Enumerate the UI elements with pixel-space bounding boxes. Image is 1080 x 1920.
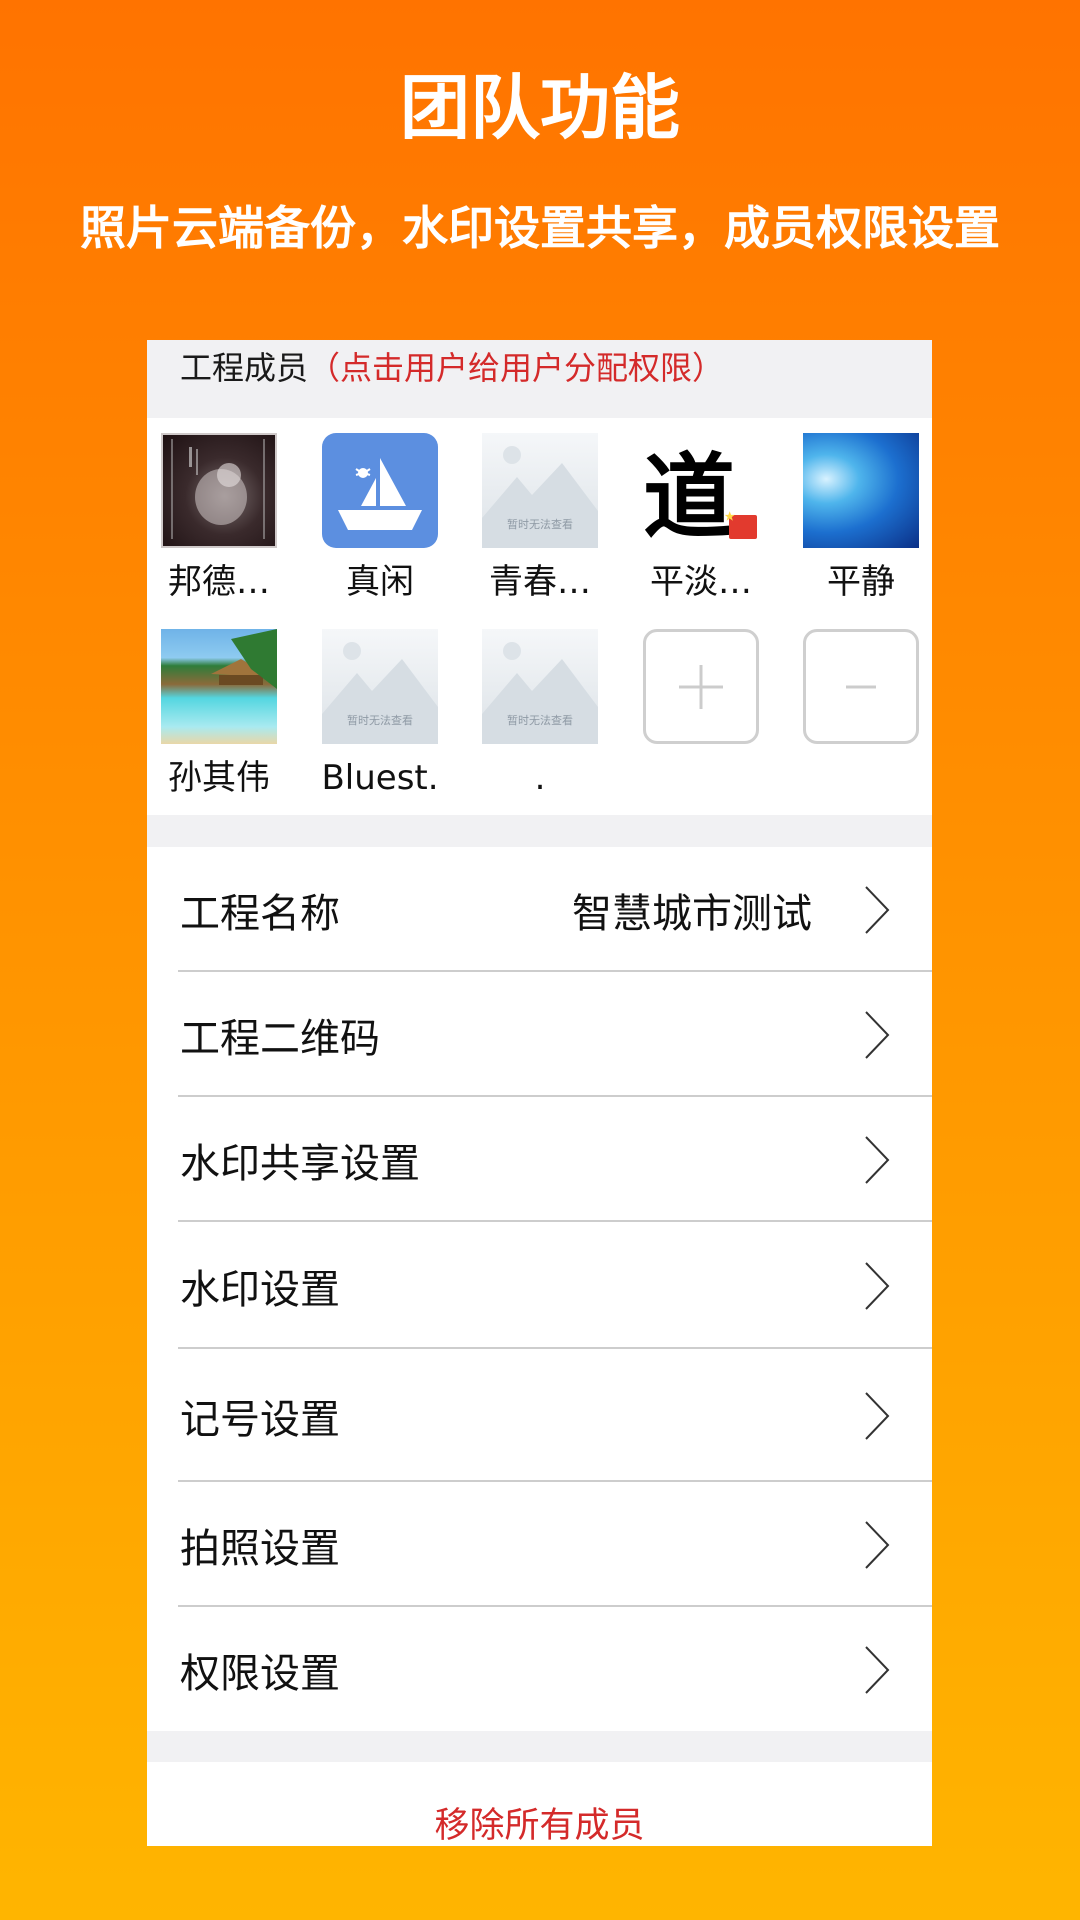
member-name: 青春… — [489, 562, 591, 602]
remove-member-tile[interactable] — [803, 629, 919, 744]
row-label: 水印设置 — [180, 1266, 340, 1313]
hero-title: 团队功能 — [400, 67, 680, 149]
member-item[interactable]: 孙其伟 — [161, 629, 277, 802]
member-avatar[interactable]: 暂时无法查看 — [482, 629, 598, 744]
remove-member-button[interactable] — [803, 629, 919, 744]
member-item[interactable]: 暂时无法查看 青春… — [482, 433, 598, 606]
row-camera-settings[interactable]: 拍照设置 — [147, 1482, 932, 1607]
hero-subtitle: 照片云端备份，水印设置共享，成员权限设置 — [80, 201, 1000, 255]
chevron-right-icon — [865, 1135, 890, 1184]
settings-list: 工程名称 智慧城市测试 工程二维码 水印共享设置 水印设置 记号设置 拍照设置 — [147, 847, 932, 1732]
placeholder-caption: 暂时无法查看 — [507, 518, 573, 531]
dao-calligraphy-icon: 道 — [643, 443, 757, 548]
members-hint: （点击用户给用户分配权限） — [308, 349, 725, 387]
remove-all-members-button[interactable]: 移除所有成员 — [147, 1762, 932, 1846]
chevron-right-icon — [865, 885, 890, 934]
member-name: 平淡… — [650, 562, 752, 602]
row-label: 水印共享设置 — [180, 1140, 420, 1187]
members-title: 工程成员 — [180, 349, 309, 387]
sailboat-icon — [338, 458, 422, 530]
member-name: 平静 — [827, 562, 895, 602]
row-label: 权限设置 — [180, 1650, 340, 1697]
chevron-right-icon — [865, 1261, 890, 1310]
member-avatar[interactable]: 暂时无法查看 — [322, 629, 438, 744]
project-name-value: 智慧城市测试 — [572, 890, 812, 937]
member-name: Bluest. — [321, 758, 439, 798]
member-item[interactable]: 道 平淡… — [643, 433, 759, 606]
member-avatar[interactable]: 道 — [643, 433, 759, 548]
row-watermark-settings[interactable]: 水印设置 — [147, 1222, 932, 1349]
row-project-qrcode[interactable]: 工程二维码 — [147, 972, 932, 1097]
row-watermark-sharing[interactable]: 水印共享设置 — [147, 1097, 932, 1222]
member-avatar[interactable]: 暂时无法查看 — [482, 433, 598, 548]
placeholder-caption: 暂时无法查看 — [347, 714, 413, 727]
member-item[interactable]: 真闲 — [322, 433, 438, 606]
member-name: 邦德… — [168, 562, 270, 602]
member-item[interactable]: 邦德… — [161, 433, 277, 606]
member-grid: 邦德… 真闲 暂时无法查看 青春… 道 平淡… 平静 孙其伟 暂时无法查看 Bl… — [147, 418, 932, 815]
member-item[interactable]: 暂时无法查看 Bluest. — [321, 629, 439, 802]
section-divider — [147, 815, 932, 847]
artwork-icon — [171, 439, 265, 539]
member-name: 孙其伟 — [168, 758, 270, 798]
row-permission-settings[interactable]: 权限设置 — [147, 1607, 932, 1732]
member-item[interactable]: 平静 — [803, 433, 919, 606]
section-divider — [147, 1731, 932, 1762]
beach-photo-icon — [211, 629, 277, 689]
member-avatar[interactable] — [161, 629, 277, 744]
member-name: . — [534, 758, 546, 798]
member-avatar[interactable] — [803, 433, 919, 548]
svg-text:道: 道 — [643, 443, 735, 548]
row-label: 工程二维码 — [180, 1015, 380, 1062]
chevron-right-icon — [865, 1010, 890, 1059]
member-item[interactable]: 暂时无法查看 . — [482, 629, 598, 802]
member-name: 真闲 — [346, 562, 414, 602]
placeholder-caption: 暂时无法查看 — [507, 714, 573, 727]
chevron-right-icon — [865, 1520, 890, 1569]
row-project-name[interactable]: 工程名称 智慧城市测试 — [147, 847, 932, 972]
member-avatar[interactable] — [161, 433, 277, 548]
chevron-right-icon — [865, 1645, 890, 1694]
row-label: 拍照设置 — [180, 1525, 340, 1572]
member-avatar[interactable] — [322, 433, 438, 548]
project-settings-card: 工程成员（点击用户给用户分配权限） 邦德… 真闲 暂时无法查看 青春… 道 平淡… — [147, 340, 932, 1846]
add-member-tile[interactable] — [643, 629, 759, 744]
members-section-header: 工程成员（点击用户给用户分配权限） — [147, 340, 932, 418]
row-mark-settings[interactable]: 记号设置 — [147, 1349, 932, 1482]
minus-icon — [846, 685, 876, 689]
add-member-button[interactable] — [643, 629, 759, 744]
row-label: 记号设置 — [180, 1396, 340, 1443]
row-label: 工程名称 — [180, 890, 340, 937]
chevron-right-icon — [865, 1391, 890, 1440]
plus-icon — [679, 665, 723, 709]
